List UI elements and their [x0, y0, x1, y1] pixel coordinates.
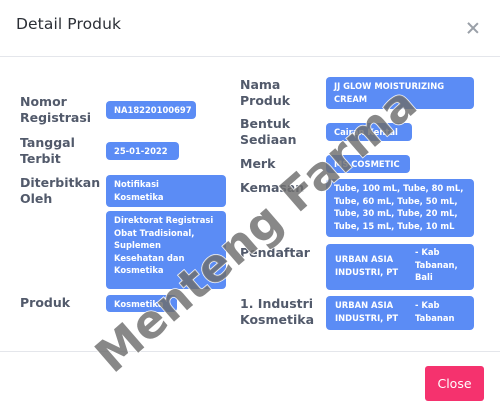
label-diterbitkan-oleh: Diterbitkan Oleh	[20, 175, 101, 206]
label-industri-kosmetika: 1. Industri Kosmetika	[240, 296, 315, 327]
industri-name: URBAN ASIA INDUSTRI, PT	[335, 300, 399, 323]
industri-location: - Kab Tabanan	[415, 300, 455, 323]
value-kemasan: Tube, 100 mL, Tube, 80 mL, Tube, 60 mL, …	[326, 179, 474, 237]
value-direktorat: Direktorat Registrasi Obat Tradisional, …	[106, 211, 226, 289]
label-nomor-registrasi: Nomor Registrasi	[20, 94, 92, 125]
value-notifikasi: Notifikasi Kosmetika	[106, 175, 226, 207]
product-detail-modal: Detail Produk Nomor Registrasi NA1822010…	[0, 0, 500, 418]
value-industri: URBAN ASIA INDUSTRI, PT - Kab Tabanan	[326, 296, 474, 330]
value-bentuk-sediaan: Cairan Kental	[326, 123, 412, 141]
value-nomor-registrasi: NA18220100697	[106, 101, 196, 119]
pendaftar-location: - Kab Tabanan, Bali	[415, 247, 458, 282]
footer-divider	[0, 351, 500, 352]
value-merk: MS COSMETIC	[326, 155, 410, 173]
label-kemasan: Kemasan	[240, 180, 305, 195]
value-tanggal-terbit: 25-01-2022	[106, 142, 179, 160]
modal-title: Detail Produk	[16, 15, 122, 33]
value-nama-produk: JJ GLOW MOISTURIZING CREAM	[326, 77, 474, 109]
value-pendaftar: URBAN ASIA INDUSTRI, PT - Kab Tabanan, B…	[326, 244, 474, 290]
label-merk: Merk	[240, 156, 276, 171]
close-icon[interactable]	[465, 20, 481, 36]
value-produk: Kosmetika	[106, 295, 177, 312]
label-produk: Produk	[20, 295, 71, 310]
close-button[interactable]: Close	[425, 366, 484, 401]
label-bentuk-sediaan: Bentuk Sediaan	[240, 116, 297, 147]
label-tanggal-terbit: Tanggal Terbit	[20, 135, 75, 166]
label-nama-produk: Nama Produk	[240, 77, 291, 108]
modal-header: Detail Produk	[0, 0, 500, 57]
label-pendaftar: Pendaftar	[240, 245, 310, 260]
pendaftar-name: URBAN ASIA INDUSTRI, PT	[335, 254, 399, 277]
